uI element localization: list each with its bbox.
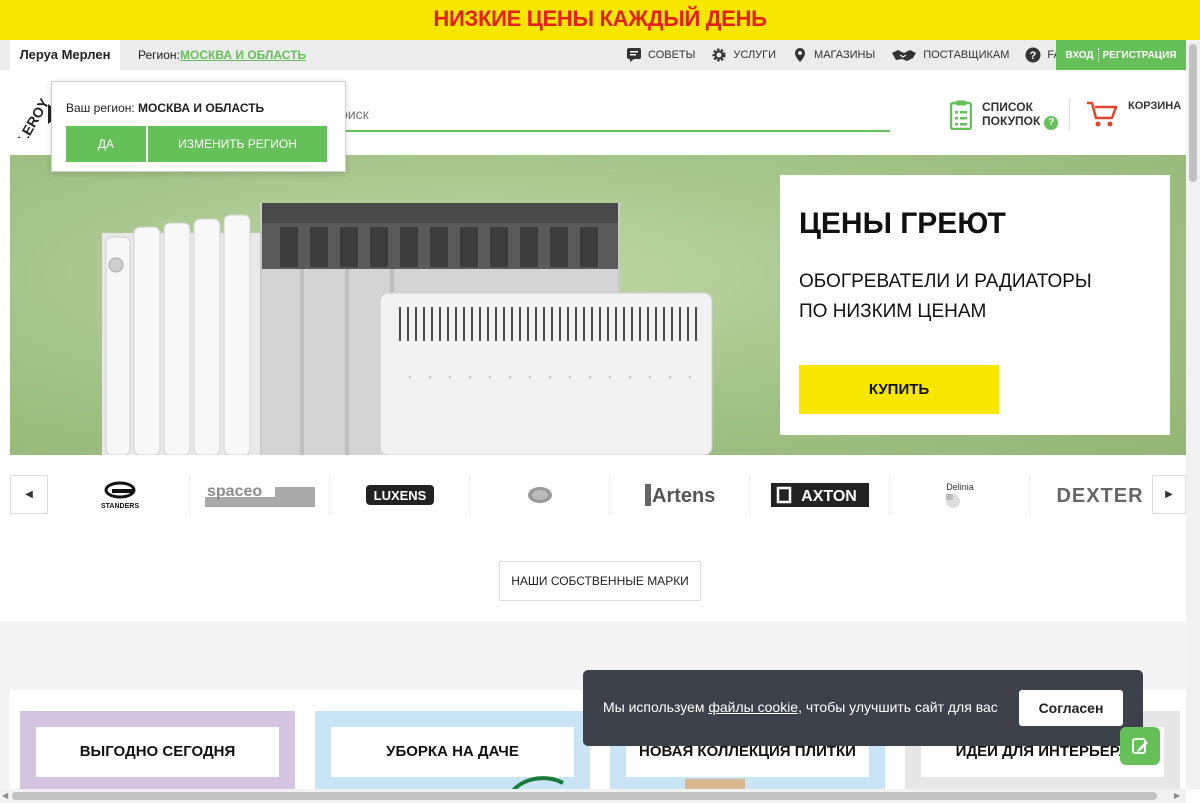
header-divider [1069, 98, 1070, 130]
nav-link-label: МАГАЗИНЫ [814, 49, 876, 61]
question-icon: ? [1025, 47, 1041, 63]
brand-logo-axton[interactable]: AXTON [750, 475, 890, 515]
hero-subtitle: ОБОГРЕВАТЕЛИ И РАДИАТОРЫ ПО НИЗКИМ ЦЕНАМ [799, 271, 1092, 322]
cart-label: КОРЗИНА [1128, 100, 1182, 112]
svg-text:DEXTER: DEXTER [1056, 485, 1143, 507]
svg-text:STANDERS: STANDERS [101, 503, 139, 510]
handshake-icon [891, 47, 917, 63]
brand-carousel: ◀ STANDERS spaceo LUXENS Artens AXTON De… [10, 475, 1186, 515]
chat-icon [626, 47, 642, 63]
nav-link-stores[interactable]: МАГАЗИНЫ [792, 47, 875, 63]
nav-link-label: ПОСТАВЩИКАМ [923, 49, 1010, 61]
convector-heater [379, 292, 713, 455]
feedback-button[interactable] [1120, 727, 1160, 765]
horizontal-scrollbar[interactable]: ◀ ▶ [0, 789, 1186, 803]
radiator-illustration [102, 203, 713, 455]
map-pin-icon [792, 47, 808, 63]
promo-banner[interactable]: НИЗКИЕ ЦЕНЫ КАЖДЫЙ ДЕНЬ [0, 0, 1200, 40]
svg-text:?: ? [1030, 50, 1037, 62]
vertical-scrollbar[interactable] [1186, 40, 1200, 789]
svg-text:LUXENS: LUXENS [373, 488, 426, 503]
nav-link-services[interactable]: УСЛУГИ [711, 47, 776, 63]
scroll-left-icon[interactable]: ◀ [2, 791, 8, 800]
confirm-region-button[interactable]: ДА [66, 126, 146, 162]
search-underline [330, 130, 890, 132]
brand-logo-dexter[interactable]: DEXTER [1030, 475, 1170, 515]
svg-text:Artens: Artens [652, 485, 715, 507]
brand-logo-artens[interactable]: Artens [610, 475, 750, 515]
vertical-scroll-thumb[interactable] [1189, 44, 1197, 182]
hero-banner[interactable]: ЦЕНЫ ГРЕЮТ ОБОГРЕВАТЕЛИ И РАДИАТОРЫ ПО Н… [10, 155, 1186, 455]
search-input[interactable] [330, 102, 870, 126]
hero-card: ЦЕНЫ ГРЕЮТ ОБОГРЕВАТЕЛИ И РАДИАТОРЫ ПО Н… [780, 175, 1170, 435]
cookie-banner: Мы используем файлы cookie, чтобы улучши… [583, 670, 1143, 746]
buy-button[interactable]: КУПИТЬ [799, 365, 999, 414]
carousel-prev-button[interactable]: ◀ [10, 475, 48, 514]
help-icon[interactable]: ? [1044, 116, 1059, 130]
cookie-message: Мы используем файлы cookie, чтобы улучши… [603, 699, 998, 715]
carousel-next-button[interactable]: ▶ [1152, 475, 1186, 514]
brand-logo-standers[interactable]: STANDERS [50, 475, 190, 515]
own-brands-button[interactable]: НАШИ СОБСТВЕННЫЕ МАРКИ [499, 561, 701, 601]
nav-link-advice[interactable]: СОВЕТЫ [626, 47, 695, 63]
hero-title: ЦЕНЫ ГРЕЮТ [799, 207, 1006, 240]
scroll-right-icon[interactable]: ▶ [1174, 791, 1180, 800]
horizontal-scroll-thumb[interactable] [12, 792, 1157, 800]
white-radiator [102, 214, 272, 455]
svg-text:Delinia: Delinia [946, 482, 974, 492]
login-link[interactable]: ВХОД [1065, 50, 1093, 61]
logo-text: LEROY [14, 95, 52, 138]
shopping-list-label: СПИСОК ПОКУПОК? [982, 100, 1059, 130]
region-link[interactable]: МОСКВА И ОБЛАСТЬ [180, 40, 306, 70]
cart-icon [1087, 101, 1118, 127]
svg-text:spaceo: spaceo [207, 483, 262, 500]
edit-icon [1132, 738, 1148, 754]
cookie-policy-link[interactable]: файлы cookie [708, 699, 798, 715]
brand-logo-delinia[interactable]: Delinia [890, 475, 1030, 515]
brand-logo-spaceo[interactable]: spaceo [190, 475, 330, 515]
region-confirm-popup: Ваш регион: МОСКВА И ОБЛАСТЬ ДА ИЗМЕНИТЬ… [51, 81, 346, 172]
tile-label: УБОРКА НА ДАЧЕ [331, 727, 574, 777]
nav-link-label: УСЛУГИ [733, 49, 777, 61]
brand-logo-round[interactable] [470, 475, 610, 515]
cart[interactable]: КОРЗИНА [1086, 100, 1181, 128]
brand-logo-luxens[interactable]: LUXENS [330, 475, 470, 515]
cookie-accept-button[interactable]: Согласен [1019, 690, 1123, 726]
region-label: Регион: [138, 48, 180, 62]
tile-label: ВЫГОДНО СЕГОДНЯ [36, 727, 279, 777]
top-navigation: Леруа Мерлен Регион: МОСКВА И ОБЛАСТЬ СО… [0, 40, 1186, 71]
clipboard-icon [950, 100, 972, 130]
nav-link-suppliers[interactable]: ПОСТАВЩИКАМ [891, 47, 1009, 63]
change-region-button[interactable]: ИЗМЕНИТЬ РЕГИОН [148, 126, 327, 162]
nav-links: СОВЕТЫ УСЛУГИ МАГАЗИНЫ ПОСТАВЩИКАМ ? FAQ [626, 40, 1085, 70]
nav-link-label: СОВЕТЫ [648, 49, 696, 61]
auth-divider [1097, 48, 1099, 62]
region-question: Ваш регион: МОСКВА И ОБЛАСТЬ [66, 101, 265, 115]
register-link[interactable]: РЕГИСТРАЦИЯ [1103, 50, 1177, 61]
shopping-list[interactable]: СПИСОК ПОКУПОК? [950, 100, 1059, 130]
svg-text:AXTON: AXTON [801, 488, 857, 505]
brand-tab[interactable]: Леруа Мерлен [10, 40, 120, 71]
auth-box: ВХОД РЕГИСТРАЦИЯ [1056, 40, 1186, 70]
gear-icon [711, 47, 727, 63]
